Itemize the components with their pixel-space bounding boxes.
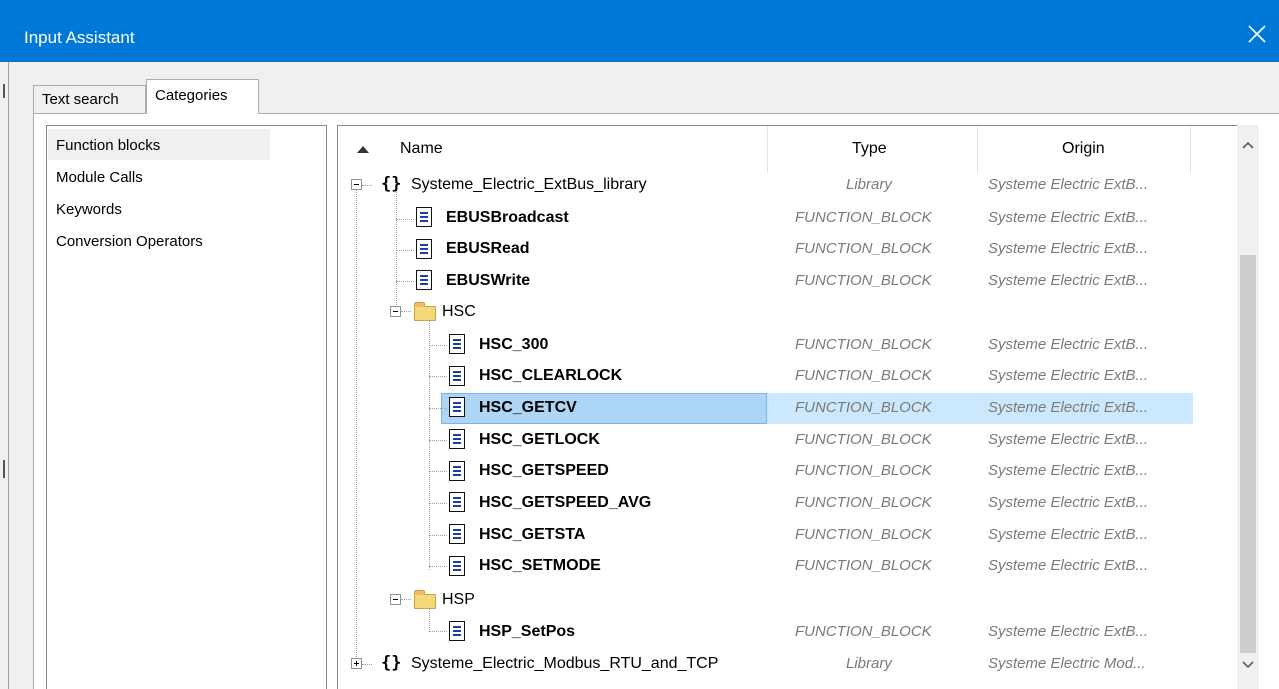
tree-item-type: FUNCTION_BLOCK — [795, 557, 932, 574]
function-block-document-icon — [416, 270, 432, 290]
tree-item-name-selected[interactable]: HSC_GETCV — [479, 399, 577, 417]
close-icon[interactable] — [1245, 22, 1269, 46]
column-header: Name Type Origin — [338, 126, 1238, 173]
scroll-up-icon[interactable] — [1237, 135, 1259, 157]
tab-text-search[interactable]: Text search — [33, 85, 146, 113]
collapse-toggle[interactable] — [390, 306, 401, 317]
column-header-type[interactable]: Type — [768, 126, 978, 173]
tree-item-type: FUNCTION_BLOCK — [795, 431, 932, 448]
tree-item-name[interactable]: HSC_GETSPEED_AVG — [479, 494, 651, 512]
tree-item-origin: Systeme Electric ExtB... — [988, 462, 1149, 479]
expand-toggle[interactable] — [351, 658, 362, 669]
tree-item-type: FUNCTION_BLOCK — [795, 494, 932, 511]
function-block-document-icon — [416, 207, 432, 227]
category-conversion-operators[interactable]: Conversion Operators — [48, 225, 270, 256]
tree-item-type: FUNCTION_BLOCK — [795, 623, 932, 640]
category-list[interactable]: Function blocks Module Calls Keywords Co… — [46, 125, 327, 689]
tree-item-name[interactable]: EBUSBroadcast — [446, 209, 569, 227]
function-block-document-icon — [449, 397, 465, 417]
function-block-document-icon — [449, 461, 465, 481]
tree-item-type: FUNCTION_BLOCK — [795, 399, 932, 416]
tree-item-library-name[interactable]: Systeme_Electric_ExtBus_library — [411, 176, 647, 194]
tree-item-type: FUNCTION_BLOCK — [795, 462, 932, 479]
tree-item-type: Library — [846, 655, 892, 672]
window-title: Input Assistant — [24, 28, 135, 47]
tree-item-origin: Systeme Electric ExtB... — [988, 367, 1149, 384]
tree-item-origin: Systeme Electric ExtB... — [988, 399, 1149, 416]
tree-item-name[interactable]: EBUSRead — [446, 240, 530, 258]
tab-categories[interactable]: Categories — [146, 79, 259, 114]
scroll-down-icon[interactable] — [1237, 653, 1259, 675]
tree-item-origin: Systeme Electric ExtB... — [988, 623, 1149, 640]
category-function-blocks[interactable]: Function blocks — [48, 129, 270, 160]
function-block-document-icon — [449, 524, 465, 544]
tree-item-folder-name[interactable]: HSP — [442, 591, 475, 609]
category-keywords[interactable]: Keywords — [48, 193, 270, 224]
folder-icon — [414, 590, 436, 609]
title-bar: Input Assistant — [0, 0, 1279, 62]
category-module-calls[interactable]: Module Calls — [48, 161, 270, 192]
tree-item-origin: Systeme Electric Mod... — [988, 655, 1146, 672]
column-header-name[interactable]: Name — [338, 126, 768, 173]
vertical-scrollbar[interactable] — [1237, 125, 1259, 689]
tree-item-origin: Systeme Electric ExtB... — [988, 272, 1149, 289]
function-block-document-icon — [416, 239, 432, 259]
tree-item-origin: Systeme Electric ExtB... — [988, 557, 1149, 574]
function-block-document-icon — [449, 556, 465, 576]
tree-item-name[interactable]: HSC_GETLOCK — [479, 431, 600, 449]
tree-item-origin: Systeme Electric ExtB... — [988, 240, 1149, 257]
tree-item-origin: Systeme Electric ExtB... — [988, 176, 1149, 193]
tree-item-type: FUNCTION_BLOCK — [795, 526, 932, 543]
tree-item-name[interactable]: HSC_300 — [479, 336, 548, 354]
function-block-document-icon — [449, 429, 465, 449]
tree-item-folder-name[interactable]: HSC — [442, 303, 476, 321]
folder-icon — [414, 302, 436, 321]
tree-item-name[interactable]: HSC_SETMODE — [479, 557, 601, 575]
scrollbar-thumb[interactable] — [1240, 255, 1256, 653]
tree-item-type: FUNCTION_BLOCK — [795, 367, 932, 384]
tree-item-origin: Systeme Electric ExtB... — [988, 494, 1149, 511]
tree-item-name[interactable]: EBUSWrite — [446, 272, 530, 290]
tree-item-name[interactable]: HSC_CLEARLOCK — [479, 367, 622, 385]
tree-item-type: FUNCTION_BLOCK — [795, 272, 932, 289]
tab-label: Text search — [42, 91, 119, 108]
tree-item-origin: Systeme Electric ExtB... — [988, 526, 1149, 543]
tree-item-name[interactable]: HSP_SetPos — [479, 623, 575, 641]
library-braces-icon: {} — [381, 653, 402, 673]
tree-item-name[interactable]: HSC_GETSTA — [479, 526, 585, 544]
tab-label: Categories — [155, 87, 228, 104]
function-block-document-icon — [449, 334, 465, 354]
tree-item-origin: Systeme Electric ExtB... — [988, 209, 1149, 226]
tree-item-type: Library — [846, 176, 892, 193]
tree-item-type: FUNCTION_BLOCK — [795, 336, 932, 353]
tree-item-library-name[interactable]: Systeme_Electric_Modbus_RTU_and_TCP — [411, 655, 718, 673]
function-block-document-icon — [449, 621, 465, 641]
function-block-document-icon — [449, 492, 465, 512]
tree-line — [356, 189, 357, 669]
window-left-edge — [0, 62, 9, 689]
function-block-document-icon — [449, 366, 465, 386]
tree-item-name[interactable]: HSC_GETSPEED — [479, 462, 609, 480]
tree-item-origin: Systeme Electric ExtB... — [988, 336, 1149, 353]
tree-item-type: FUNCTION_BLOCK — [795, 240, 932, 257]
tree-item-origin: Systeme Electric ExtB... — [988, 431, 1149, 448]
library-braces-icon: {} — [381, 174, 402, 194]
collapse-toggle[interactable] — [390, 594, 401, 605]
column-header-origin[interactable]: Origin — [978, 126, 1191, 173]
collapse-toggle[interactable] — [351, 179, 362, 190]
tree-item-type: FUNCTION_BLOCK — [795, 209, 932, 226]
